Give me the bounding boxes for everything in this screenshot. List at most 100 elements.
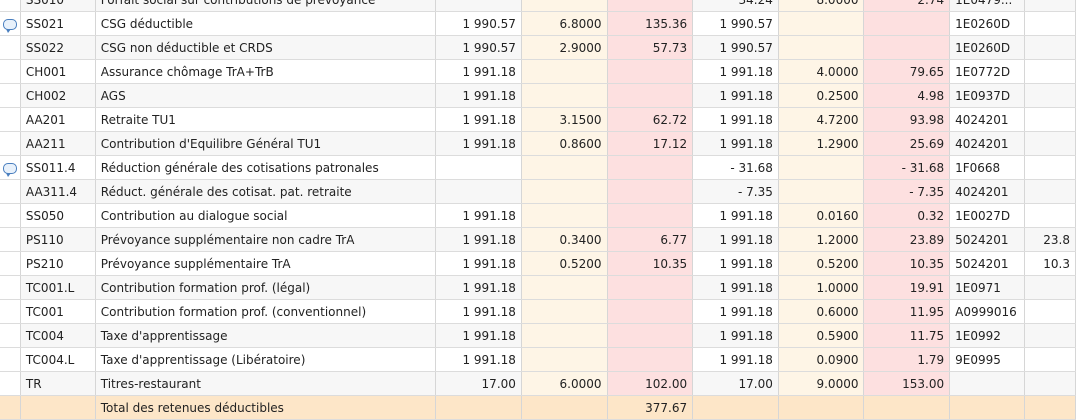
account-cell[interactable]: 1E0479... bbox=[949, 0, 1026, 12]
employer-amount-cell[interactable]: 10.35 bbox=[863, 251, 951, 276]
label-cell[interactable]: Réduction générale des cotisations patro… bbox=[95, 155, 437, 180]
employer-base-cell[interactable]: 1 991.18 bbox=[692, 347, 779, 372]
employer-amount-cell[interactable]: 0.32 bbox=[863, 203, 951, 228]
employee-amount-cell[interactable] bbox=[607, 275, 694, 300]
code-cell[interactable]: TR bbox=[20, 371, 96, 396]
employer-base-cell[interactable]: 1 990.57 bbox=[692, 35, 779, 60]
employer-base-cell[interactable]: 1 991.18 bbox=[692, 227, 779, 252]
employee-amount-cell[interactable]: 57.73 bbox=[607, 35, 694, 60]
account-cell[interactable]: A0999016 bbox=[949, 299, 1026, 324]
employee-base-cell[interactable]: 17.00 bbox=[435, 371, 522, 396]
label-cell[interactable]: Contribution au dialogue social bbox=[95, 203, 437, 228]
employee-amount-cell[interactable] bbox=[607, 155, 694, 180]
employer-amount-cell[interactable]: 1.79 bbox=[863, 347, 951, 372]
code-cell[interactable]: AA201 bbox=[20, 107, 96, 132]
employer-amount-cell[interactable]: 93.98 bbox=[863, 107, 951, 132]
employer-base-cell[interactable]: 1 991.18 bbox=[692, 275, 779, 300]
employer-rate-cell[interactable]: 8.0000 bbox=[778, 0, 865, 12]
employee-amount-cell[interactable]: 10.35 bbox=[607, 251, 694, 276]
employer-amount-cell[interactable]: 11.75 bbox=[863, 323, 951, 348]
label-cell[interactable]: Taxe d'apprentissage bbox=[95, 323, 437, 348]
label-cell[interactable]: Taxe d'apprentissage (Libératoire) bbox=[95, 347, 437, 372]
employee-base-cell[interactable]: 1 991.18 bbox=[435, 83, 522, 108]
account-cell[interactable] bbox=[949, 371, 1026, 396]
employee-amount-cell[interactable] bbox=[607, 59, 694, 84]
employee-rate-cell[interactable]: 6.8000 bbox=[521, 11, 608, 36]
employer-base-cell[interactable]: 1 991.18 bbox=[692, 83, 779, 108]
account-cell[interactable]: 1E0971 bbox=[949, 275, 1026, 300]
employee-base-cell[interactable]: 1 991.18 bbox=[435, 203, 522, 228]
employer-amount-cell[interactable] bbox=[863, 11, 951, 36]
employer-amount-cell[interactable]: 25.69 bbox=[863, 131, 951, 156]
account-cell[interactable]: 1E0992 bbox=[949, 323, 1026, 348]
extra-cell[interactable] bbox=[1024, 131, 1076, 156]
employee-amount-cell[interactable]: 6.77 bbox=[607, 227, 694, 252]
extra-cell[interactable] bbox=[1024, 347, 1076, 372]
account-cell[interactable]: 1E0027D bbox=[949, 203, 1026, 228]
label-cell[interactable]: Contribution formation prof. (légal) bbox=[95, 275, 437, 300]
code-cell[interactable]: AA211 bbox=[20, 131, 96, 156]
employee-amount-cell[interactable]: 102.00 bbox=[607, 371, 694, 396]
code-cell[interactable]: TC001 bbox=[20, 299, 96, 324]
employer-rate-cell[interactable]: 0.0900 bbox=[778, 347, 865, 372]
extra-cell[interactable] bbox=[1024, 275, 1076, 300]
employer-rate-cell[interactable] bbox=[778, 155, 865, 180]
employer-amount-cell[interactable] bbox=[863, 35, 951, 60]
account-cell[interactable]: 5024201 bbox=[949, 251, 1026, 276]
account-cell[interactable]: 1E0260D bbox=[949, 35, 1026, 60]
employee-base-cell[interactable]: 1 990.57 bbox=[435, 11, 522, 36]
code-cell[interactable]: SS050 bbox=[20, 203, 96, 228]
label-cell[interactable]: AGS bbox=[95, 83, 437, 108]
code-cell[interactable]: SS010 bbox=[20, 0, 96, 12]
employer-amount-cell[interactable]: 153.00 bbox=[863, 371, 951, 396]
extra-cell[interactable]: 10.3 bbox=[1024, 251, 1076, 276]
employee-rate-cell[interactable] bbox=[521, 299, 608, 324]
code-cell[interactable]: TC001.L bbox=[20, 275, 96, 300]
employee-base-cell[interactable]: 1 991.18 bbox=[435, 275, 522, 300]
label-cell[interactable]: Contribution d'Equilibre Général TU1 bbox=[95, 131, 437, 156]
table-row[interactable]: SS021 CSG déductible 1 990.57 6.8000 135.36 1… bbox=[0, 11, 1076, 36]
employer-base-cell[interactable]: 1 991.18 bbox=[692, 107, 779, 132]
employer-rate-cell[interactable]: 0.5200 bbox=[778, 251, 865, 276]
table-row[interactable]: SS022 CSG non déductible et CRDS 1 990.57 2… bbox=[0, 35, 1076, 60]
code-cell[interactable]: TC004 bbox=[20, 323, 96, 348]
employee-amount-cell[interactable] bbox=[607, 203, 694, 228]
code-cell[interactable]: PS110 bbox=[20, 227, 96, 252]
employer-amount-cell[interactable]: 2.74 bbox=[863, 0, 951, 12]
employee-amount-cell[interactable] bbox=[607, 83, 694, 108]
extra-cell[interactable] bbox=[1024, 35, 1076, 60]
table-row[interactable]: SS050 Contribution au dialogue social 1 99… bbox=[0, 203, 1076, 228]
label-cell[interactable]: Prévoyance supplémentaire non cadre TrA bbox=[95, 227, 437, 252]
employee-rate-cell[interactable] bbox=[521, 203, 608, 228]
employer-base-cell[interactable]: 1 991.18 bbox=[692, 251, 779, 276]
employer-base-cell[interactable]: 1 991.18 bbox=[692, 131, 779, 156]
employee-rate-cell[interactable] bbox=[521, 59, 608, 84]
employee-rate-cell[interactable]: 0.8600 bbox=[521, 131, 608, 156]
employer-rate-cell[interactable]: 1.2000 bbox=[778, 227, 865, 252]
employee-amount-cell[interactable] bbox=[607, 179, 694, 204]
table-row[interactable]: TC001.L Contribution formation prof. (lég… bbox=[0, 275, 1076, 300]
table-row[interactable]: TR Titres-restaurant 17.00 6.0000 102.00 17.0… bbox=[0, 371, 1076, 396]
employer-rate-cell[interactable]: 0.2500 bbox=[778, 83, 865, 108]
employer-base-cell[interactable]: 34.24 bbox=[692, 0, 779, 12]
employee-base-cell[interactable] bbox=[435, 155, 522, 180]
account-cell[interactable]: 1E0260D bbox=[949, 11, 1026, 36]
account-cell[interactable]: 1E0772D bbox=[949, 59, 1026, 84]
employee-base-cell[interactable]: 1 991.18 bbox=[435, 347, 522, 372]
employee-base-cell[interactable] bbox=[435, 179, 522, 204]
code-cell[interactable]: SS021 bbox=[20, 11, 96, 36]
employer-rate-cell[interactable]: 4.0000 bbox=[778, 59, 865, 84]
extra-cell[interactable] bbox=[1024, 107, 1076, 132]
employee-amount-cell[interactable] bbox=[607, 347, 694, 372]
employee-rate-cell[interactable] bbox=[521, 179, 608, 204]
employee-rate-cell[interactable]: 6.0000 bbox=[521, 371, 608, 396]
code-cell[interactable]: SS011.4 bbox=[20, 155, 96, 180]
employee-base-cell[interactable]: 1 991.18 bbox=[435, 59, 522, 84]
code-cell[interactable]: AA311.4 bbox=[20, 179, 96, 204]
employee-rate-cell[interactable]: 0.3400 bbox=[521, 227, 608, 252]
employer-amount-cell[interactable]: 4.98 bbox=[863, 83, 951, 108]
table-row[interactable]: SS010Forfait social sur contributions de… bbox=[0, 0, 1076, 12]
table-row[interactable]: PS210 Prévoyance supplémentaire TrA 1 991.… bbox=[0, 251, 1076, 276]
employer-base-cell[interactable]: 1 991.18 bbox=[692, 59, 779, 84]
employee-base-cell[interactable]: 1 991.18 bbox=[435, 107, 522, 132]
